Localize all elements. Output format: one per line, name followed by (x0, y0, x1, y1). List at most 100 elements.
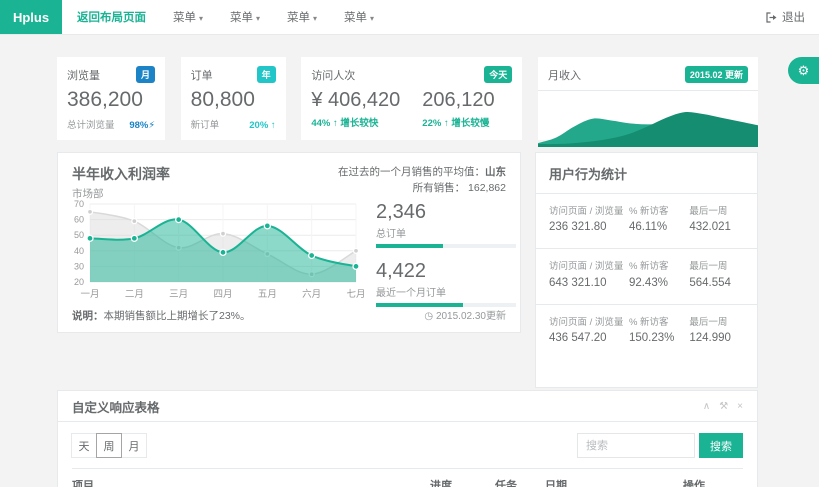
stat-cards-row: 浏览量 月 386,200 总计浏览量 98%⚡ 订单 年 80,800 新订单… (57, 57, 758, 140)
dashboard-page: Hplus 返回布局页面 菜单▾ 菜单▾ 菜单▾ 菜单▾ 退出 ⚙ 浏览量 月 … (0, 0, 819, 487)
delta-note: 增长较慢 (451, 118, 489, 129)
stat-card-orders: 订单 年 80,800 新订单 20% ↑ (181, 57, 286, 140)
stat-cell: 访问页面 / 浏览量643 321.10 (549, 260, 629, 288)
orders-label: 新订单 (191, 117, 220, 131)
stat-cell: 最后一周564.554 (689, 260, 744, 288)
orders-total-value: 2,346 (376, 201, 516, 224)
delta-note: 增长较快 (340, 118, 378, 129)
delta-value: 20% (249, 120, 268, 131)
svg-text:70: 70 (74, 199, 84, 209)
footnote: 说明：本期销售额比上期增长了23%。 (72, 308, 251, 323)
visits-count-value: 206,120 (422, 89, 494, 112)
avg-sales-label: 在过去的一个月销售的平均值： (338, 166, 485, 178)
tab-month[interactable]: 月 (121, 433, 147, 458)
svg-text:50: 50 (74, 230, 84, 240)
stat-cell: % 新访客46.11% (629, 205, 689, 233)
panel-tools: ∧ ⚒ × (703, 401, 743, 412)
table-panel-title: 自定义响应表格 (72, 397, 160, 416)
col-header-action: 操作 (683, 477, 743, 487)
updated-text: 2015.02.30更新 (436, 311, 506, 322)
svg-text:二月: 二月 (125, 289, 144, 300)
stat-value: 436 547.20 (549, 332, 629, 344)
orders-total-bar-fill (376, 244, 443, 248)
all-sales-label: 所有销售： (413, 182, 466, 194)
svg-text:六月: 六月 (302, 288, 321, 300)
nav-links: 返回布局页面 菜单▾ 菜单▾ 菜单▾ 菜单▾ (77, 9, 374, 25)
visits-count-delta: 22% ↑ 增长较慢 (422, 115, 494, 129)
wrench-icon[interactable]: ⚒ (719, 401, 728, 412)
updated-badge: 2015.02 更新 (685, 66, 748, 83)
nav-menu-2[interactable]: 菜单▾ (230, 9, 260, 25)
avg-sales-region: 山东 (485, 166, 506, 178)
stat-value: 643 321.10 (549, 277, 629, 289)
footnote-text: 本期销售额比上期增长了23%。 (104, 310, 251, 322)
visits-col-count: 206,120 22% ↑ 增长较慢 (422, 89, 494, 129)
chevron-down-icon: ▾ (199, 14, 203, 23)
footnote-label: 说明： (72, 310, 104, 322)
stat-value: 236 321.80 (549, 221, 629, 233)
stat-card-pageviews: 浏览量 月 386,200 总计浏览量 98%⚡ (57, 57, 165, 140)
nav-menu-1[interactable]: 菜单▾ (173, 9, 203, 25)
orders-delta: 20% ↑ (249, 120, 275, 131)
arrow-up-icon: ↑ (271, 120, 276, 131)
card-title: 浏览量 (67, 67, 100, 83)
tab-day[interactable]: 天 (71, 433, 97, 458)
logout-button[interactable]: 退出 (766, 9, 805, 25)
delta-value: 98% (129, 120, 148, 131)
pageviews-delta: 98%⚡ (129, 120, 155, 131)
revenue-panel: 半年收入利润率 市场部 在过去的一个月销售的平均值：山东 所有销售： 162,8… (57, 152, 521, 333)
collapse-icon[interactable]: ∧ (703, 401, 710, 412)
stat-value: 92.43% (629, 277, 689, 289)
profit-line-chart: 203040506070一月二月三月四月五月六月七月 (64, 196, 364, 306)
delta-value: 22% (422, 118, 441, 129)
stat-label: % 新访客 (629, 260, 689, 273)
user-stats-row: 访问页面 / 浏览量236 321.80 % 新访客46.11% 最后一周432… (536, 194, 757, 249)
orders-month-label: 最近一个月订单 (376, 284, 516, 299)
col-header-date: 日期 (545, 477, 683, 487)
chevron-down-icon: ▾ (313, 14, 317, 23)
search-input[interactable] (577, 433, 695, 458)
nav-menu-4[interactable]: 菜单▾ (344, 9, 374, 25)
arrow-up-icon: ↑ (444, 118, 449, 129)
stat-label: 访问页面 / 浏览量 (549, 316, 629, 329)
orders-month-value: 4,422 (376, 260, 516, 283)
close-icon[interactable]: × (737, 401, 743, 412)
nav-menu-3[interactable]: 菜单▾ (287, 9, 317, 25)
top-navbar: Hplus 返回布局页面 菜单▾ 菜单▾ 菜单▾ 菜单▾ 退出 (0, 0, 819, 35)
visits-col-revenue: ¥ 406,420 44% ↑ 增长较快 (311, 89, 400, 129)
user-stats-panel: 用户行为统计 访问页面 / 浏览量236 321.80 % 新访客46.11% … (535, 152, 758, 388)
responsive-table-panel: 自定义响应表格 ∧ ⚒ × 天 周 月 搜索 项目 进度 任务 日期 (57, 390, 758, 487)
tab-week[interactable]: 周 (96, 433, 122, 458)
orders-value: 80,800 (191, 88, 276, 112)
stat-value: 432.021 (689, 221, 744, 233)
table-search: 搜索 (577, 433, 743, 458)
sign-out-icon (766, 12, 777, 23)
stat-cell: 最后一周124.990 (689, 316, 744, 344)
stat-card-monthly-income: 月收入 2015.02 更新 (538, 57, 758, 140)
stat-label: % 新访客 (629, 205, 689, 218)
back-link[interactable]: 返回布局页面 (77, 9, 146, 25)
search-button[interactable]: 搜索 (699, 433, 743, 458)
stat-label: 最后一周 (689, 205, 744, 218)
stat-value: 150.23% (629, 332, 689, 344)
panel-title: 半年收入利润率 (72, 164, 170, 184)
col-header-project: 项目 (72, 477, 430, 487)
col-header-task: 任务 (495, 477, 545, 487)
table-header-row: 项目 进度 任务 日期 操作 (72, 468, 743, 487)
visits-revenue-delta: 44% ↑ 增长较快 (311, 115, 400, 129)
svg-text:五月: 五月 (258, 289, 277, 300)
all-sales-value: 162,862 (468, 182, 506, 194)
svg-text:30: 30 (74, 261, 84, 271)
orders-total-progressbar (376, 244, 516, 248)
orders-total-label: 总订单 (376, 225, 516, 240)
nav-menu-4-label: 菜单 (344, 12, 367, 24)
period-badge-year: 年 (257, 66, 276, 83)
theme-settings-button[interactable]: ⚙ (788, 57, 819, 84)
chevron-down-icon: ▾ (256, 14, 260, 23)
logout-label: 退出 (782, 9, 805, 25)
chevron-down-icon: ▾ (370, 14, 374, 23)
card-title: 订单 (191, 67, 213, 83)
stat-value: 124.990 (689, 332, 744, 344)
updated-stamp: ◷ 2015.02.30更新 (424, 307, 506, 322)
brand-logo[interactable]: Hplus (0, 0, 62, 34)
